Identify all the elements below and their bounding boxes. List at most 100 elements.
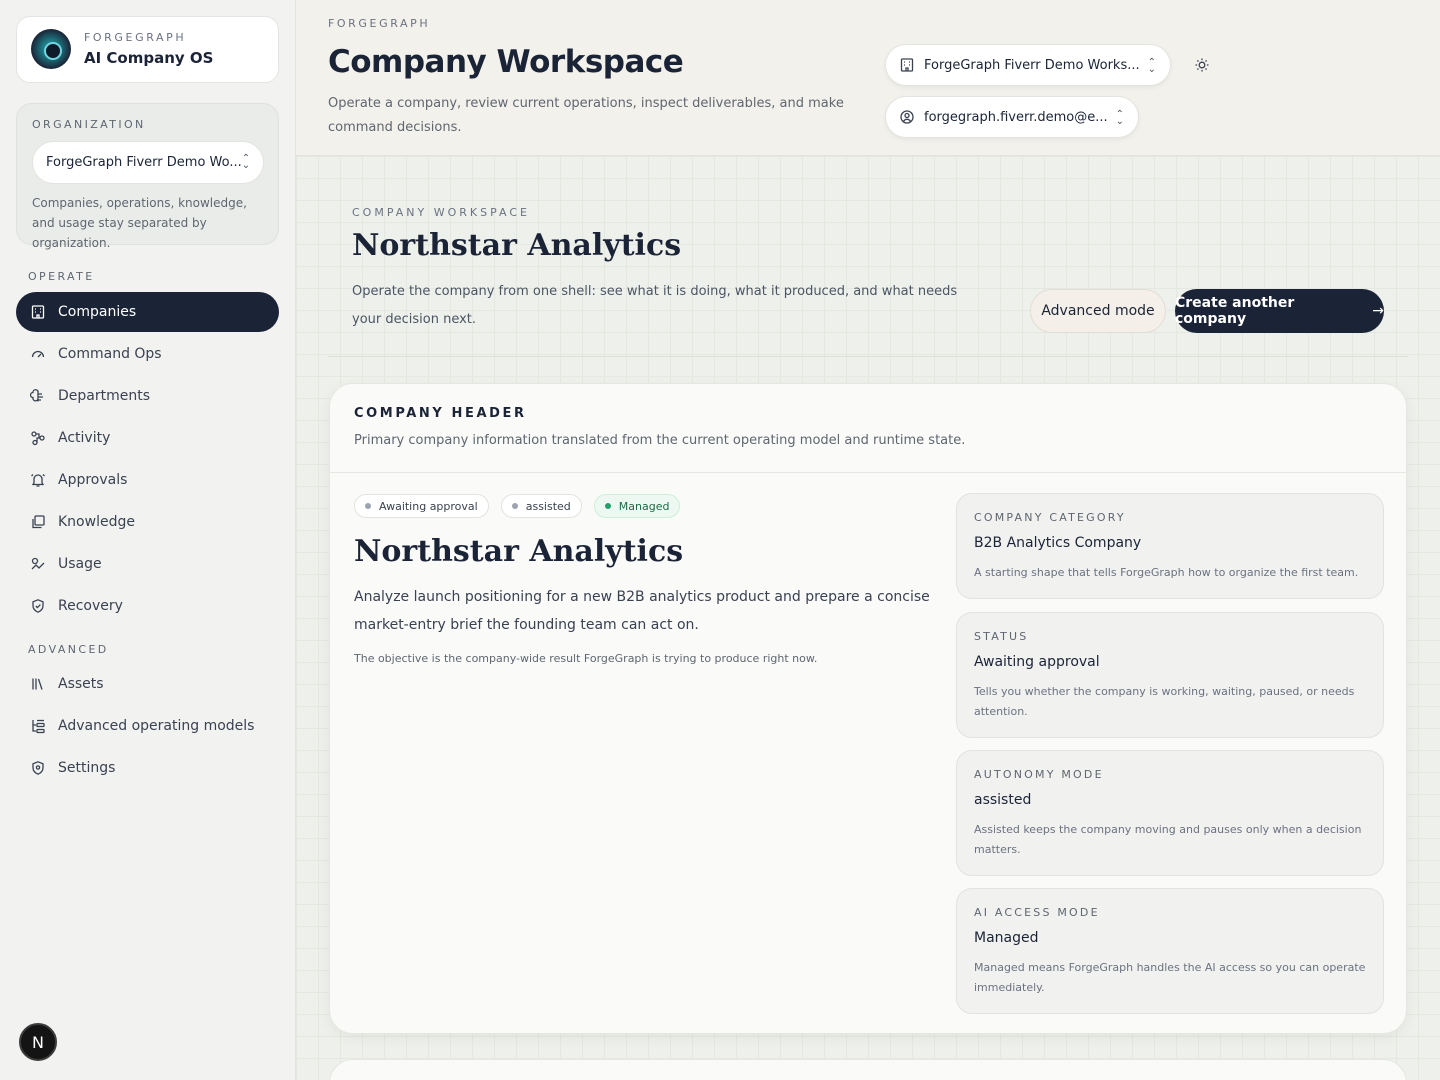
sidebar-item-recovery[interactable]: Recovery xyxy=(16,586,279,626)
organization-select[interactable]: ForgeGraph Fiverr Demo Wo... ⌃ ⌄ xyxy=(32,141,264,184)
account-select-value: forgegraph.fiverr.demo@e... xyxy=(924,109,1108,125)
chevron-up-down-icon: ⌃ ⌄ xyxy=(1115,109,1124,127)
create-company-button[interactable]: Create another company → xyxy=(1175,289,1384,333)
sidebar-item-companies[interactable]: Companies xyxy=(16,292,279,332)
dot-icon xyxy=(365,503,371,509)
sidebar-item-advanced-operating-models[interactable]: Advanced operating models xyxy=(16,706,279,746)
organization-label: ORGANIZATION xyxy=(32,118,146,131)
company-objective: Analyze launch positioning for a new B2B… xyxy=(354,589,930,633)
brand-card[interactable]: FORGEGRAPH AI Company OS xyxy=(16,16,279,83)
sidebar-item-departments[interactable]: Departments xyxy=(16,376,279,416)
company-header-card: COMPANY HEADER Primary company informati… xyxy=(329,383,1407,1034)
info-card-value: Awaiting approval xyxy=(974,654,1100,670)
sidebar-item-knowledge[interactable]: Knowledge xyxy=(16,502,279,542)
autonomy-badge-label: assisted xyxy=(525,499,571,513)
status-badge-label: Awaiting approval xyxy=(379,499,478,513)
brand-kicker: FORGEGRAPH xyxy=(84,31,187,44)
card-subtitle: Primary company information translated f… xyxy=(354,433,966,448)
brand-logo-icon xyxy=(31,29,71,69)
info-card-ai-access: AI ACCESS MODE Managed Managed means For… xyxy=(956,888,1384,1014)
status-chips: Awaiting approval assisted Managed xyxy=(354,494,681,518)
info-card-kicker: AUTONOMY MODE xyxy=(974,768,1104,781)
advanced-section-label: ADVANCED xyxy=(28,643,109,656)
sidebar-item-approvals[interactable]: Approvals xyxy=(16,460,279,500)
main-content: COMPANY WORKSPACE Northstar Analytics Op… xyxy=(296,156,1440,1080)
chevron-up-down-icon: ⌃ ⌄ xyxy=(241,153,251,171)
info-card-kicker: COMPANY CATEGORY xyxy=(974,511,1126,524)
user-circle-icon xyxy=(899,109,915,125)
info-card-description: Managed means ForgeGraph handles the AI … xyxy=(974,961,1366,994)
usage-icon xyxy=(30,556,46,572)
chevron-up-down-icon: ⌃ ⌄ xyxy=(1147,57,1156,75)
sidebar-item-label: Advanced operating models xyxy=(58,718,255,734)
access-badge: Managed xyxy=(593,494,681,518)
header-kicker: FORGEGRAPH xyxy=(328,17,431,30)
workflow-icon xyxy=(30,430,46,446)
section-divider xyxy=(328,356,1408,357)
info-card-value: assisted xyxy=(974,792,1032,808)
workspace-description: Operate the company from one shell: see … xyxy=(352,284,958,327)
advanced-mode-button[interactable]: Advanced mode xyxy=(1030,289,1166,333)
sidebar-item-label: Approvals xyxy=(58,472,128,488)
sidebar-item-usage[interactable]: Usage xyxy=(16,544,279,584)
info-card-description: A starting shape that tells ForgeGraph h… xyxy=(974,566,1359,579)
info-card-autonomy: AUTONOMY MODE assisted Assisted keeps th… xyxy=(956,750,1384,876)
workspace-select[interactable]: ForgeGraph Fiverr Demo Works... ⌃ ⌄ xyxy=(885,44,1171,86)
shield-check-icon xyxy=(30,598,46,614)
arrow-right-icon: → xyxy=(1372,303,1384,319)
account-select[interactable]: forgegraph.fiverr.demo@e... ⌃ ⌄ xyxy=(885,96,1139,138)
theme-toggle-sun-icon[interactable] xyxy=(1194,57,1210,73)
building-icon xyxy=(30,304,46,320)
hierarchy-icon xyxy=(30,718,46,734)
gauge-icon xyxy=(30,346,46,362)
sidebar-item-label: Assets xyxy=(58,676,104,692)
brain-icon xyxy=(30,388,46,404)
company-title: Northstar Analytics xyxy=(354,534,684,569)
organization-panel: ORGANIZATION ForgeGraph Fiverr Demo Wo..… xyxy=(16,103,279,250)
workspace-title: Northstar Analytics xyxy=(352,228,682,263)
sidebar-item-label: Knowledge xyxy=(58,514,135,530)
next-section-card xyxy=(329,1059,1407,1080)
bell-icon xyxy=(30,472,46,488)
sidebar-item-label: Command Ops xyxy=(58,346,162,362)
autonomy-badge: assisted xyxy=(500,494,582,518)
sidebar-item-settings[interactable]: Settings xyxy=(16,748,279,788)
sidebar-item-label: Recovery xyxy=(58,598,123,614)
workspace-kicker: COMPANY WORKSPACE xyxy=(352,206,530,219)
sidebar-item-activity[interactable]: Activity xyxy=(16,418,279,458)
library-icon xyxy=(30,514,46,530)
dot-icon xyxy=(511,503,518,509)
sidebar-item-label: Usage xyxy=(58,556,102,572)
info-card-description: Assisted keeps the company moving and pa… xyxy=(974,823,1362,856)
access-badge-label: Managed xyxy=(618,499,670,513)
organization-select-value: ForgeGraph Fiverr Demo Wo... xyxy=(46,155,242,170)
page-header: FORGEGRAPH Company Workspace Operate a c… xyxy=(296,0,1440,156)
status-badge: Awaiting approval xyxy=(354,494,489,518)
card-kicker: COMPANY HEADER xyxy=(354,406,527,421)
info-card-value: B2B Analytics Company xyxy=(974,535,1142,551)
page-title: Company Workspace xyxy=(328,44,684,80)
card-divider xyxy=(330,472,1406,473)
create-company-label: Create another company xyxy=(1175,295,1295,327)
sidebar-item-label: Companies xyxy=(58,304,137,320)
organization-help: Companies, operations, knowledge, and us… xyxy=(32,196,247,250)
info-card-status: STATUS Awaiting approval Tells you wheth… xyxy=(956,612,1384,738)
sidebar-item-label: Activity xyxy=(58,430,111,446)
info-card-value: Managed xyxy=(974,930,1039,946)
building-icon xyxy=(899,57,915,73)
info-card-description: Tells you whether the company is working… xyxy=(974,685,1355,718)
operate-section-label: OPERATE xyxy=(28,270,95,283)
sidebar: FORGEGRAPH AI Company OS ORGANIZATION Fo… xyxy=(0,0,296,1080)
sidebar-item-command-ops[interactable]: Command Ops xyxy=(16,334,279,374)
dot-icon xyxy=(604,503,611,509)
brand-name: AI Company OS xyxy=(84,49,214,67)
user-avatar-badge[interactable]: N xyxy=(19,1023,57,1061)
books-icon xyxy=(30,676,46,692)
sidebar-item-assets[interactable]: Assets xyxy=(16,664,279,704)
workspace-select-value: ForgeGraph Fiverr Demo Works... xyxy=(924,57,1140,73)
info-card-kicker: AI ACCESS MODE xyxy=(974,906,1100,919)
page-description: Operate a company, review current operat… xyxy=(328,96,844,135)
objective-note: The objective is the company-wide result… xyxy=(354,652,818,665)
sidebar-item-label: Settings xyxy=(58,760,116,776)
sidebar-item-label: Departments xyxy=(58,388,151,404)
